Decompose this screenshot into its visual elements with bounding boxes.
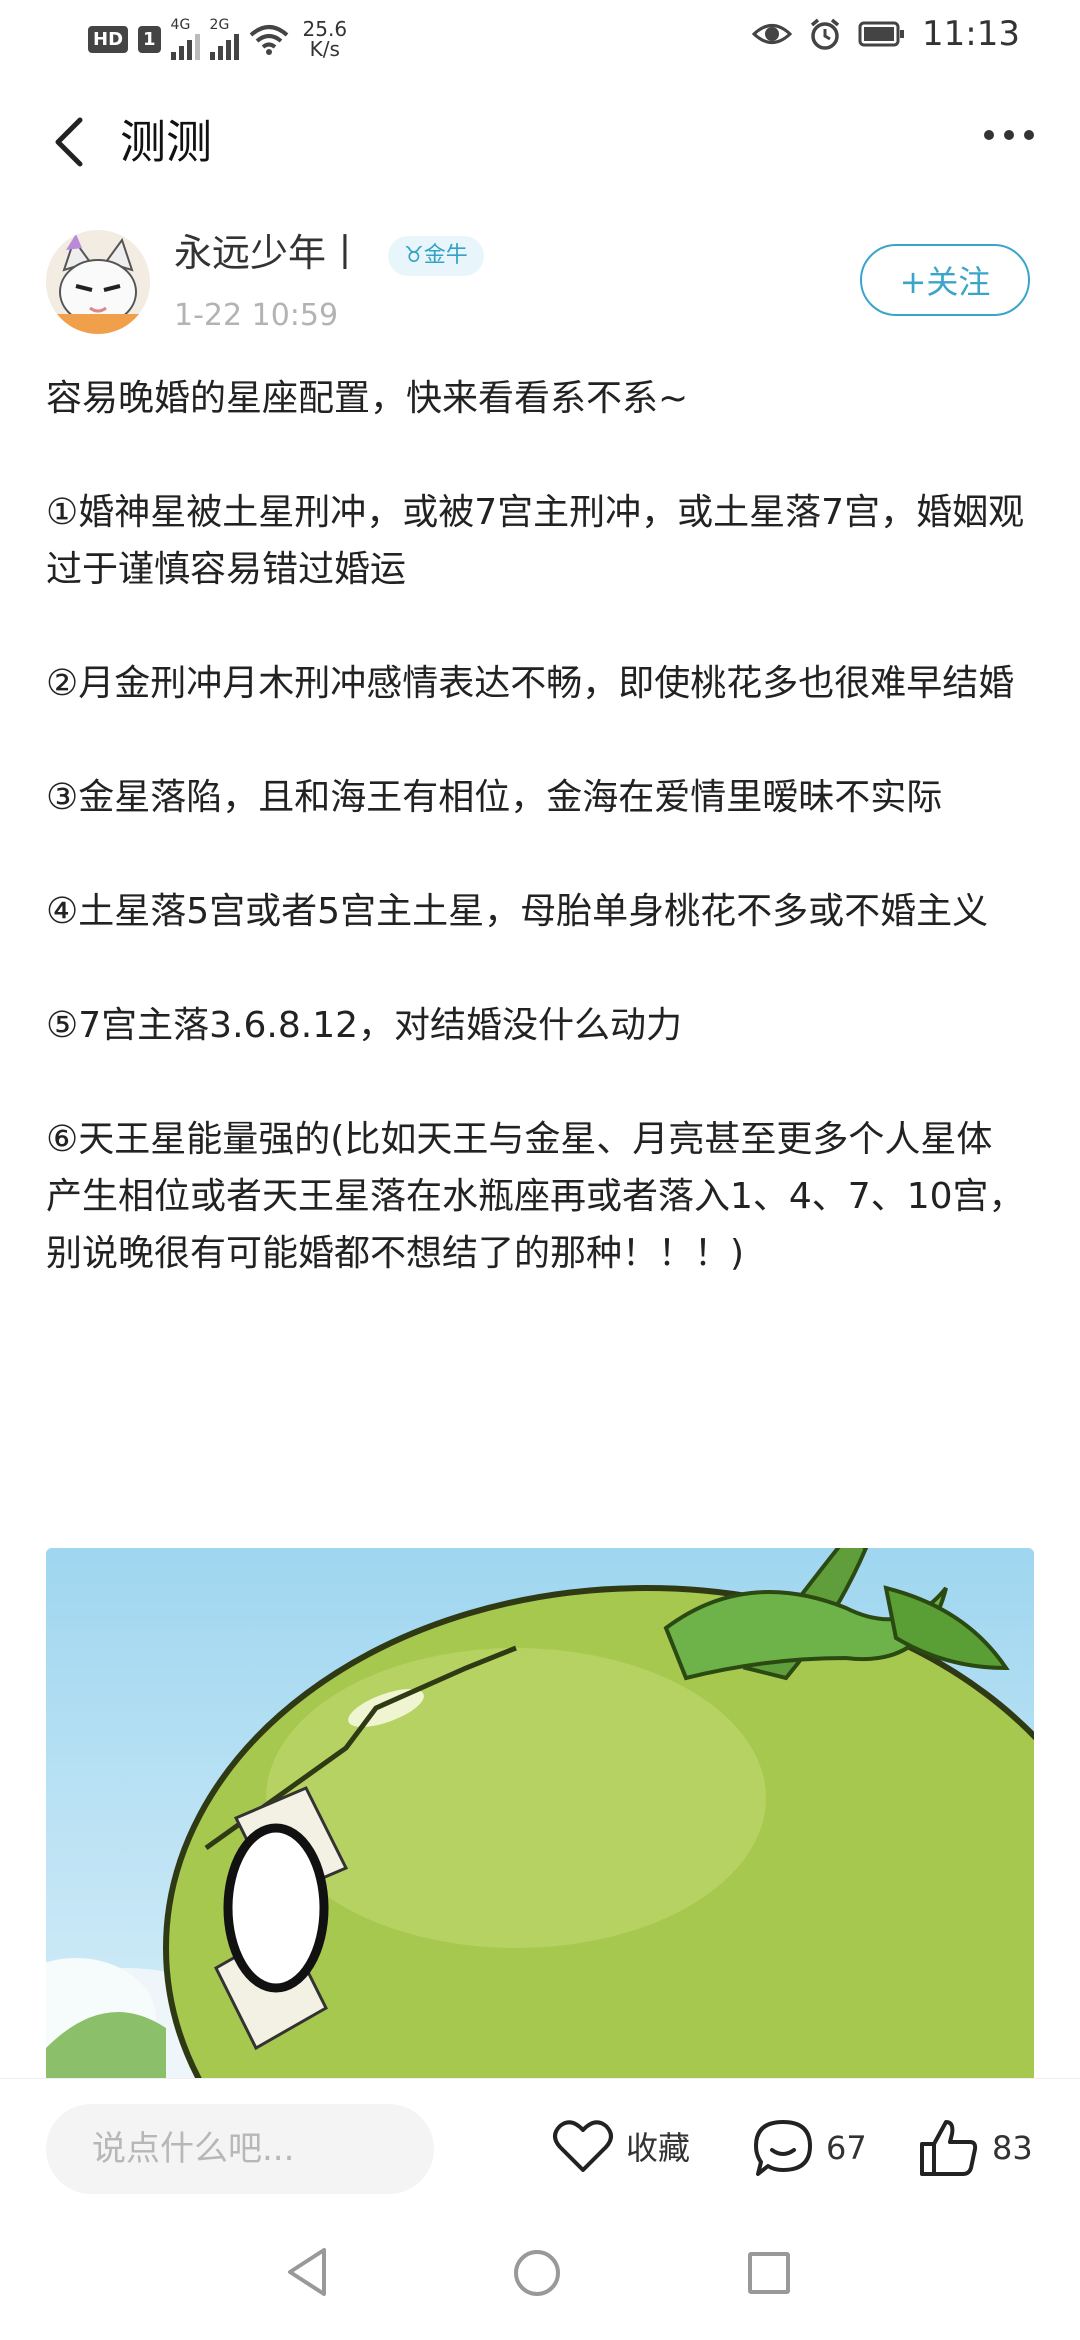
nav-recents-icon[interactable] — [748, 2252, 790, 2294]
post-paragraph: ③金星落陷，且和海王有相位，金海在爱情里暧昧不实际 — [46, 777, 943, 818]
eye-icon — [752, 24, 793, 44]
post-paragraph: ④土星落5宫或者5宫主土星，母胎单身桃花不多或不婚主义 — [46, 891, 989, 932]
comment-input[interactable]: 说点什么吧... — [46, 2104, 434, 2194]
network-2g-label: 2G — [209, 17, 230, 33]
post-paragraph: ①婚神星被土星刑冲，或被7宫主刑冲，或土星落7宫，婚姻观过于谨慎容易错过婚运 — [46, 492, 1025, 590]
post-paragraph: ⑥天王星能量强的(比如天王与金星、月亮甚至更多个人星体产生相位或者天王星落在水瓶… — [46, 1119, 1025, 1274]
post-timestamp: 1-22 10:59 — [174, 298, 339, 333]
comment-button[interactable]: 67 — [752, 2118, 867, 2178]
zodiac-badge: ♉金牛 — [388, 236, 484, 276]
page-title: 测测 — [120, 115, 212, 169]
status-left: HD 1 4G 2G 25.6 K/s — [88, 18, 347, 60]
nav-home-icon[interactable] — [514, 2250, 560, 2296]
battery-icon — [858, 21, 905, 47]
post-paragraph: ②月金刑冲月木刑冲感情表达不畅，即使桃花多也很难早结婚 — [46, 663, 1015, 704]
alarm-icon — [810, 18, 840, 50]
like-button[interactable]: 83 — [918, 2118, 1033, 2178]
signal-2g: 2G — [209, 17, 239, 60]
net-speed-unit: K/s — [309, 37, 340, 61]
net-speed: 25.6 K/s — [303, 19, 348, 59]
follow-button[interactable]: +关注 — [860, 244, 1030, 316]
signal-bars-icon — [209, 32, 239, 60]
net-speed-value: 25.6 — [302, 17, 348, 41]
clock: 11:13 — [922, 14, 1020, 54]
signal-bars-icon — [170, 32, 200, 60]
cartoon-melon-illustration — [46, 1548, 1034, 2078]
avatar[interactable] — [46, 230, 150, 334]
comment-bubble-icon — [754, 2120, 812, 2176]
thumbs-up-icon — [920, 2120, 978, 2176]
back-arrow-icon[interactable] — [44, 112, 104, 172]
status-right: 11:13 — [752, 14, 1020, 54]
sim-icon: 1 — [138, 25, 161, 53]
wifi-icon — [249, 25, 288, 55]
status-bar: HD 1 4G 2G 25.6 K/s 11:13 — [0, 0, 1080, 80]
favorite-button[interactable]: 收藏 — [552, 2118, 690, 2174]
more-options-icon[interactable] — [984, 130, 1034, 140]
post-paragraph: 容易晚婚的星座配置，快来看看系不系~ — [46, 378, 689, 419]
comment-count: 67 — [826, 2129, 867, 2167]
like-count: 83 — [992, 2129, 1033, 2167]
author-name[interactable]: 永远少年丨 — [174, 228, 364, 278]
post-paragraph: ⑤7宫主落3.6.8.12，对结婚没什么动力 — [46, 1005, 683, 1046]
hd-badge: HD — [88, 25, 129, 53]
signal-4g: 4G — [170, 17, 200, 60]
post-image[interactable] — [46, 1548, 1034, 2078]
post-content: 容易晚婚的星座配置，快来看看系不系~ ①婚神星被土星刑冲，或被7宫主刑冲，或土星… — [46, 370, 1026, 1282]
avatar-cat-icon — [46, 230, 150, 334]
favorite-label: 收藏 — [626, 2129, 691, 2167]
nav-back-icon[interactable] — [284, 2246, 330, 2298]
heart-icon — [553, 2120, 613, 2172]
network-4g-label: 4G — [170, 17, 191, 33]
